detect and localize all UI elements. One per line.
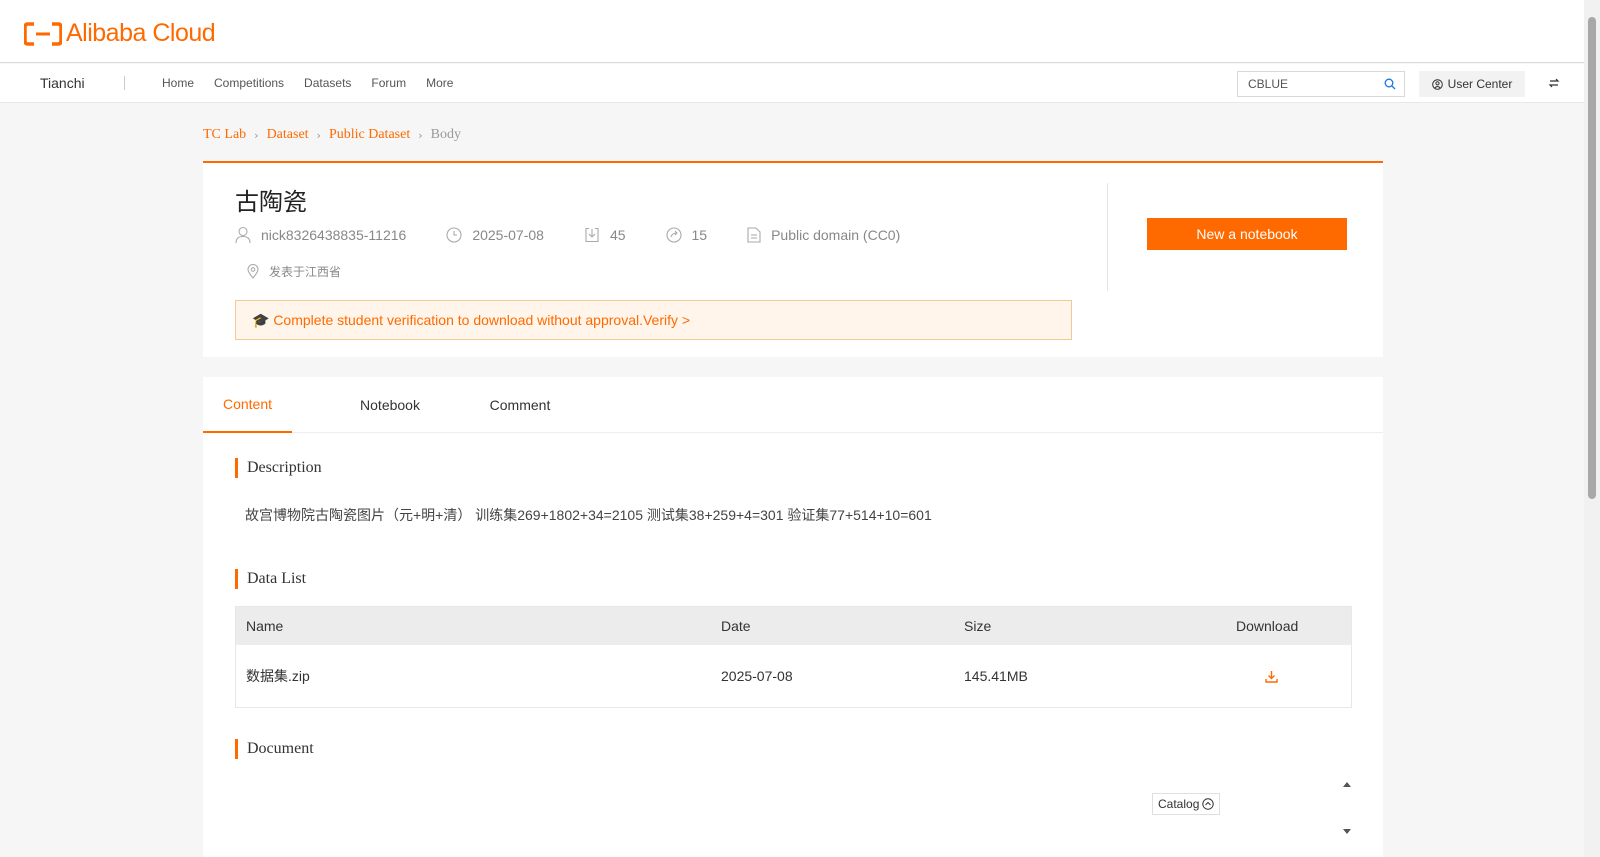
meta-license: Public domain (CC0) — [747, 227, 900, 243]
logo-text: Alibaba Cloud — [66, 19, 216, 47]
new-notebook-button[interactable]: New a notebook — [1147, 218, 1347, 250]
nav-competitions[interactable]: Competitions — [214, 76, 284, 90]
content-card: Content Notebook Comment Description 故宫博… — [203, 377, 1383, 857]
breadcrumb-public-dataset[interactable]: Public Dataset — [329, 127, 410, 143]
switch-icon[interactable] — [1548, 77, 1560, 89]
student-verify-notice[interactable]: 🎓 Complete student verification to downl… — [235, 300, 1072, 340]
top-header: Alibaba Cloud — [0, 0, 1584, 63]
breadcrumb-tc-lab[interactable]: TC Lab — [203, 127, 246, 143]
tab-content[interactable]: Content — [203, 377, 292, 433]
download-count: 45 — [609, 227, 626, 243]
header-size: Size — [964, 618, 992, 634]
nav-forum[interactable]: Forum — [371, 76, 406, 90]
header-date: Date — [721, 618, 751, 634]
meta-shares: 15 — [665, 227, 708, 243]
meta-date: 2025-07-08 — [446, 227, 544, 243]
catalog-label: Catalog — [1158, 797, 1200, 811]
table-row: 数据集.zip 2025-07-08 145.41MB — [236, 645, 1351, 707]
catalog-button[interactable]: Catalog — [1152, 793, 1221, 815]
chevron-right-icon: › — [254, 128, 259, 142]
nav-bar: Tianchi Home Competitions Datasets Forum… — [0, 64, 1584, 103]
tab-notebook[interactable]: Notebook — [325, 377, 455, 433]
data-list-table: Name Date Size Download 数据集.zip 2025-07-… — [235, 606, 1352, 708]
scroll-up-arrow-icon[interactable] — [1342, 780, 1352, 788]
nav-home[interactable]: Home — [162, 76, 194, 90]
file-date: 2025-07-08 — [721, 668, 793, 684]
dataset-header-card: 古陶瓷 nick8326438835-11216 2025-07-08 45 1… — [203, 161, 1383, 357]
tab-comment[interactable]: Comment — [455, 377, 585, 433]
description-heading: Description — [235, 458, 322, 478]
location-pin-icon — [247, 264, 259, 279]
page-scrollbar[interactable] — [1584, 0, 1600, 857]
share-icon — [665, 227, 682, 243]
license-text: Public domain (CC0) — [771, 227, 901, 243]
clock-icon — [446, 227, 462, 243]
document-icon — [747, 227, 761, 243]
description-text: 故宫博物院古陶瓷图片（元+明+清） 训练集269+1802+34=2105 测试… — [245, 507, 932, 523]
file-name: 数据集.zip — [246, 668, 310, 684]
document-heading: Document — [235, 739, 314, 759]
user-center-label: User Center — [1447, 77, 1513, 91]
header-download: Download — [1236, 618, 1299, 634]
breadcrumb-dataset[interactable]: Dataset — [267, 127, 309, 143]
meta-author: nick8326438835-11216 — [235, 226, 406, 244]
alibaba-cloud-logo[interactable]: Alibaba Cloud — [24, 19, 216, 48]
file-size: 145.41MB — [964, 668, 1028, 684]
alibaba-logo-icon — [24, 21, 62, 46]
search-box — [1237, 71, 1405, 97]
download-count-icon — [585, 227, 599, 243]
scrollbar-thumb[interactable] — [1588, 17, 1596, 499]
brand-divider — [124, 76, 125, 90]
header-divider — [1107, 183, 1108, 291]
brand-tianchi[interactable]: Tianchi — [40, 75, 85, 91]
tab-bar: Content Notebook Comment — [203, 377, 1383, 433]
table-header-row: Name Date Size Download — [236, 607, 1351, 645]
dataset-meta: nick8326438835-11216 2025-07-08 45 15 Pu… — [235, 226, 940, 244]
breadcrumb: TC Lab › Dataset › Public Dataset › Body — [203, 127, 461, 143]
breadcrumb-body: Body — [430, 127, 461, 142]
publish-date: 2025-07-08 — [472, 227, 544, 243]
user-center-button[interactable]: User Center — [1419, 71, 1525, 97]
chevron-right-icon: › — [418, 128, 423, 142]
search-input[interactable] — [1238, 72, 1368, 96]
header-name: Name — [246, 618, 284, 634]
scroll-down-arrow-icon[interactable] — [1342, 828, 1352, 836]
data-list-heading: Data List — [235, 569, 306, 589]
user-icon — [235, 226, 251, 244]
nav-datasets[interactable]: Datasets — [304, 76, 351, 90]
download-button[interactable] — [1265, 645, 1278, 707]
chevron-right-icon: › — [316, 128, 321, 142]
nav-links: Home Competitions Datasets Forum More — [162, 76, 473, 90]
dataset-title: 古陶瓷 — [235, 188, 307, 216]
author-name[interactable]: nick8326438835-11216 — [261, 227, 406, 243]
location-text: 发表于江西省 — [269, 265, 342, 279]
download-icon — [1265, 670, 1278, 683]
chevron-up-circle-icon — [1202, 798, 1215, 810]
verify-notice-text[interactable]: 🎓 Complete student verification to downl… — [252, 312, 690, 329]
meta-downloads: 45 — [584, 227, 626, 243]
user-icon — [1431, 78, 1443, 90]
search-icon[interactable] — [1384, 78, 1396, 90]
meta-location: 发表于江西省 — [247, 263, 341, 280]
share-count: 15 — [691, 227, 708, 243]
nav-more[interactable]: More — [426, 76, 453, 90]
